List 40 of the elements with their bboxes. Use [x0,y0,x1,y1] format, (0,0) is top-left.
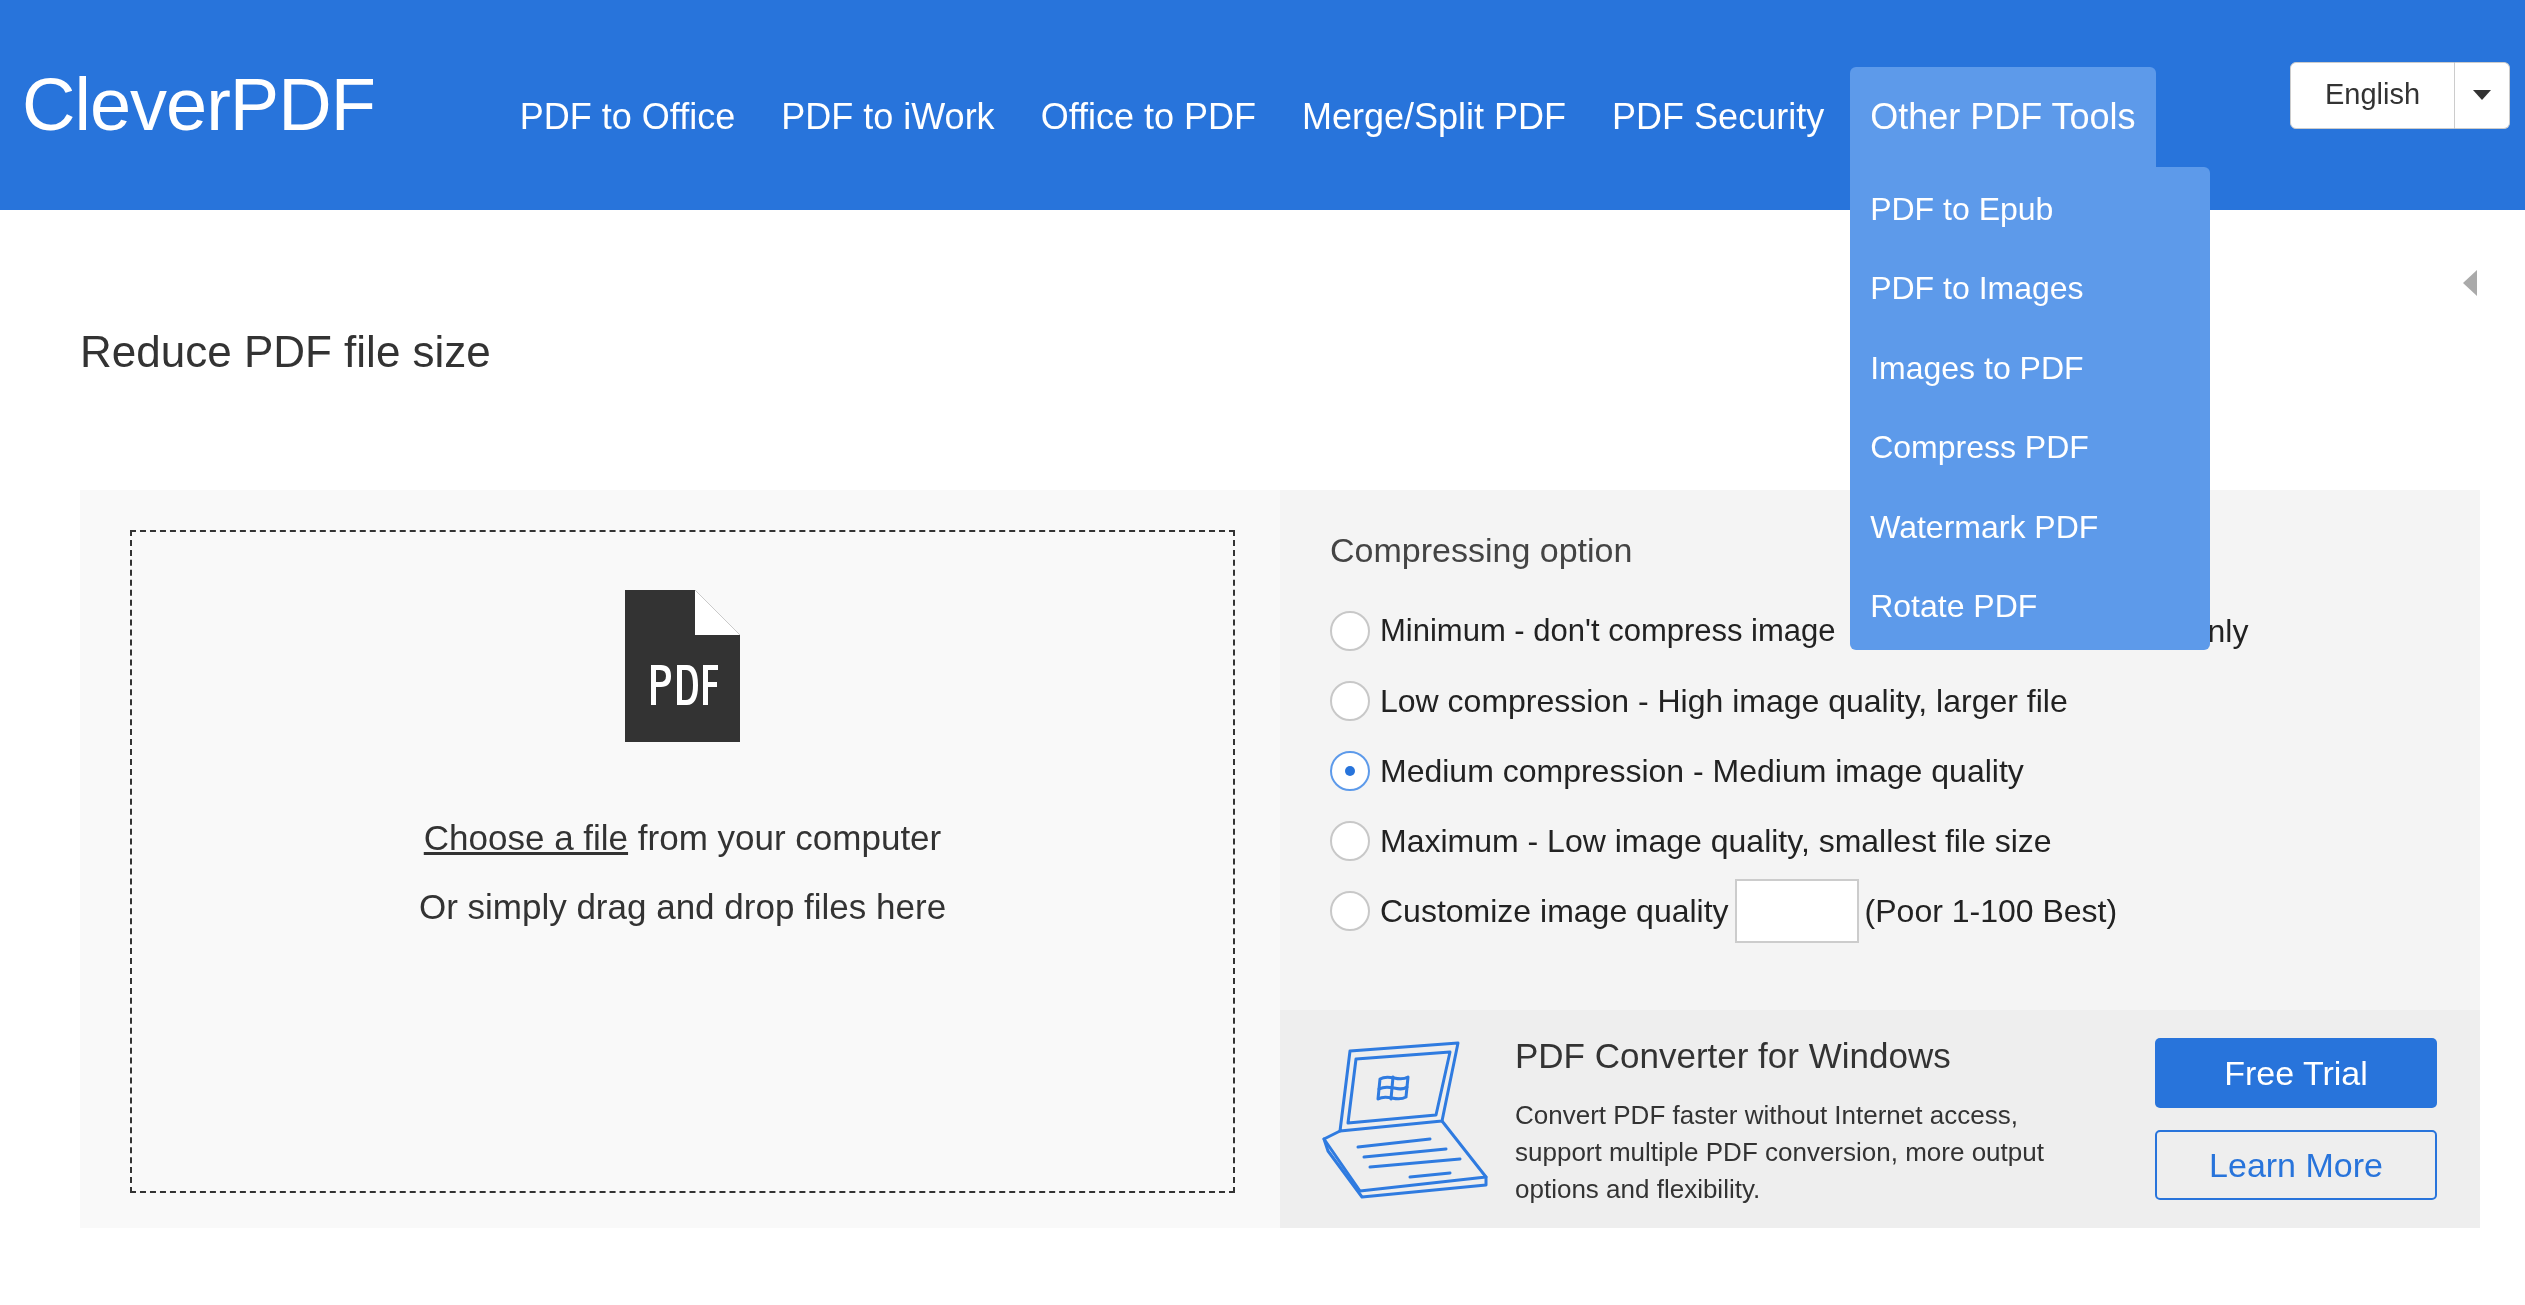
choose-file-link[interactable]: Choose a file [423,818,629,857]
free-trial-button[interactable]: Free Trial [2155,1038,2437,1108]
nav-link[interactable]: Merge/Split PDF [1282,66,1587,167]
nav-link[interactable]: PDF to Office [499,66,756,167]
menu-item[interactable]: PDF to Epub [1850,169,2211,249]
language-select[interactable]: English [2290,61,2455,129]
learn-more-button[interactable]: Learn More [2155,1130,2437,1200]
option-label: Maximum - Low image quality, smallest file size [1380,822,2052,861]
logo[interactable]: CleverPDF [22,68,375,142]
option-label: Customize image quality [1380,892,1729,931]
radio-button[interactable] [1330,751,1370,791]
option-label: Low compression - High image quality, larger file [1380,682,2068,721]
menu-item[interactable]: Compress PDF [1850,408,2211,488]
nav-link[interactable]: Other PDF Tools [1850,66,2156,167]
quality-field[interactable] [1734,879,1859,943]
radio-button[interactable] [1330,821,1370,861]
radio-button[interactable] [1330,891,1370,931]
nav-link[interactable]: Office to PDF [1020,66,1277,167]
laptop-icon [1320,1039,1490,1199]
radio-button[interactable] [1330,681,1370,721]
menu-item[interactable]: Watermark PDF [1850,487,2211,567]
nav-link[interactable]: PDF Security [1592,66,1845,167]
options-title: Compressing option [1330,530,1633,571]
page-title: Reduce PDF file size [80,326,491,378]
option-label: Medium compression - Medium image quality [1380,752,2024,791]
caret-icon [2473,90,2491,100]
language-dropdown-button[interactable] [2455,61,2510,129]
collapse-arrow-icon[interactable] [2463,270,2477,296]
menu-item[interactable]: Images to PDF [1850,328,2211,408]
quality-range-hint: (Poor 1-100 Best) [1864,892,2118,931]
promo-description: Convert PDF faster without Internet access, support multiple PDF conversion, more output options and flexibility. [1515,1098,2045,1206]
upload-instruction: Choose a file from your computer [423,817,942,859]
promo-title: PDF Converter for Windows [1515,1035,1952,1078]
option-label: Minimum - don't compress image [1380,611,1836,650]
drop-zone[interactable]: Choose a file from your computer Or simply drag and drop files here [130,530,1235,1193]
nav-link[interactable]: PDF to iWork [761,66,1015,167]
menu-item[interactable]: PDF to Images [1850,249,2211,329]
radio-button[interactable] [1330,611,1370,651]
drag-drop-hint: Or simply drag and drop files here [418,885,947,928]
pdf-file-icon [625,590,740,742]
